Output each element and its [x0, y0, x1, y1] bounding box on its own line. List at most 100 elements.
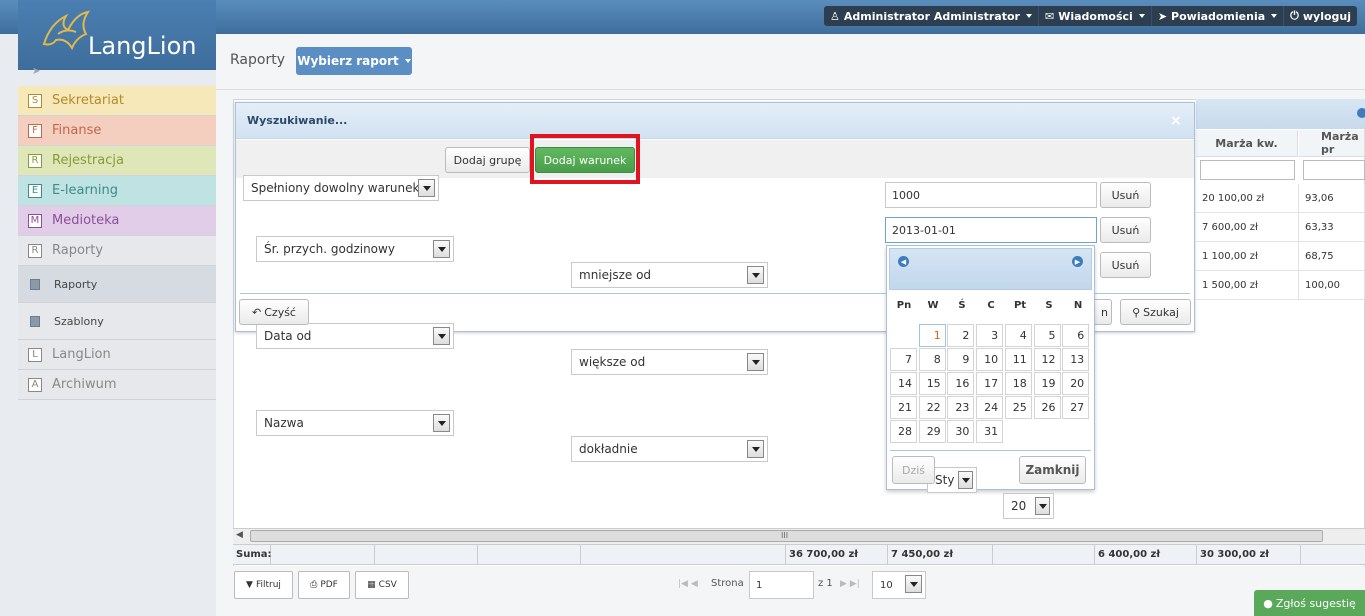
column-header[interactable]: Marża pr: [1299, 130, 1365, 157]
calendar-day[interactable]: 19: [1033, 372, 1061, 395]
logout-link[interactable]: ⏻ wyloguj: [1284, 6, 1357, 26]
table-cell: 1 500,00 zł: [1196, 271, 1299, 300]
calendar-day[interactable]: 11: [1004, 348, 1032, 371]
funnel-icon: ▼: [246, 580, 253, 590]
page-input[interactable]: 1: [749, 571, 814, 599]
remove-condition-button[interactable]: Usuń: [1100, 217, 1151, 243]
pin-icon[interactable]: ➤: [32, 66, 40, 77]
close-calendar-button[interactable]: Zamknij: [1019, 456, 1086, 484]
calendar-day[interactable]: 7: [890, 348, 917, 371]
sidebar-item-medioteka[interactable]: M Medioteka: [18, 206, 216, 236]
condition-field-select[interactable]: Śr. przych. godzinowy: [256, 236, 454, 262]
remove-condition-button[interactable]: Usuń: [1100, 252, 1151, 278]
chevron-down-icon: [1035, 497, 1050, 515]
chevron-down-icon: [747, 266, 764, 284]
calendar-day[interactable]: 12: [1033, 348, 1061, 371]
calendar-day[interactable]: 6: [1062, 324, 1090, 347]
calendar-day[interactable]: 5: [1033, 324, 1061, 347]
calendar-day[interactable]: 26: [1033, 396, 1061, 419]
calendar-day[interactable]: 1: [918, 324, 946, 347]
calendar-day[interactable]: 22: [918, 396, 946, 419]
prev-month-icon[interactable]: ◀: [898, 256, 909, 267]
calendar-day[interactable]: 30: [947, 420, 975, 443]
calendar-day[interactable]: 18: [1004, 372, 1032, 395]
calendar-day[interactable]: 15: [918, 372, 946, 395]
sidebar-item-sekretariat[interactable]: S Sekretariat: [18, 86, 216, 116]
page-title: Raporty: [230, 52, 285, 68]
chat-icon: ●: [1263, 596, 1273, 610]
calendar-day[interactable]: 23: [947, 396, 975, 419]
choose-report-button[interactable]: Wybierz raport: [296, 47, 412, 75]
calendar-day[interactable]: 17: [976, 372, 1004, 395]
power-icon: ⏻: [1290, 9, 1299, 22]
calendar-day[interactable]: 8: [918, 348, 946, 371]
calendar-day[interactable]: 4: [1004, 324, 1032, 347]
calendar-day[interactable]: 25: [1004, 396, 1032, 419]
calendar-day[interactable]: 29: [918, 420, 946, 443]
chevron-down-icon: [418, 179, 435, 197]
user-menu[interactable]: ♙ Administrator Administrator: [824, 6, 1039, 26]
first-page-icon[interactable]: |◀ ◀: [678, 579, 698, 589]
collapse-icon[interactable]: [1357, 108, 1365, 118]
grid-caption: [1196, 99, 1365, 129]
condition-field-select[interactable]: Nazwa: [256, 410, 454, 436]
sum-cell: 36 700,00 zł: [786, 544, 888, 565]
column-header[interactable]: Marża kw.: [1196, 130, 1298, 157]
notifications-menu[interactable]: ➤ Powiadomienia: [1151, 6, 1285, 26]
page-total: z 1: [818, 578, 833, 589]
sidebar-item-finanse[interactable]: F Finanse: [18, 116, 216, 146]
pdf-button[interactable]: ⎙ PDF: [298, 571, 350, 599]
calendar-day[interactable]: 21: [890, 396, 917, 419]
condition-field-select[interactable]: Data od: [256, 323, 454, 349]
chevron-down-icon: [747, 353, 764, 371]
sidebar-item-rejestracja[interactable]: R Rejestracja: [18, 146, 216, 176]
sidebar-item-elearning[interactable]: E E-learning: [18, 176, 216, 206]
feedback-button[interactable]: ● Zgłoś sugestię: [1254, 590, 1365, 616]
messages-menu[interactable]: ✉ Wiadomości: [1038, 6, 1152, 26]
calendar-day[interactable]: 28: [890, 420, 917, 443]
calendar-day[interactable]: 16: [947, 372, 975, 395]
sum-cell: 30 300,00 zł: [1197, 544, 1301, 565]
sidebar-item-langlion[interactable]: L LangLion: [18, 340, 216, 370]
match-mode-select[interactable]: Spełniony dowolny warunek: [243, 175, 439, 201]
csv-button[interactable]: ▦ CSV: [355, 571, 409, 599]
condition-toolbar: [236, 140, 1194, 178]
close-icon[interactable]: ×: [1170, 113, 1182, 129]
calendar-day[interactable]: 2: [947, 324, 975, 347]
calendar-day[interactable]: 14: [890, 372, 917, 395]
remove-condition-button[interactable]: Usuń: [1100, 182, 1151, 208]
sidebar-subitem-raporty[interactable]: Raporty: [18, 266, 216, 303]
sidebar-item-raporty[interactable]: R Raporty: [18, 236, 216, 266]
year-select[interactable]: 20: [1003, 493, 1054, 519]
sidebar-item-archiwum[interactable]: A Archiwum: [18, 370, 216, 400]
table-cell: 100,00: [1299, 271, 1365, 300]
calendar-day[interactable]: 10: [976, 348, 1004, 371]
calendar-day[interactable]: 20: [1062, 372, 1090, 395]
condition-operator-select[interactable]: mniejsze od: [571, 262, 768, 288]
condition-value-input[interactable]: 2013-01-01: [885, 217, 1097, 243]
calendar-day[interactable]: 3: [976, 324, 1004, 347]
column-filter-input[interactable]: [1303, 160, 1365, 180]
calendar-day[interactable]: 24: [976, 396, 1004, 419]
condition-operator-select[interactable]: większe od: [571, 349, 768, 375]
scrollbar-thumb[interactable]: III: [250, 530, 1323, 542]
sidebar-subitem-szablony[interactable]: Szablony: [18, 303, 216, 340]
today-button[interactable]: Dziś: [892, 456, 935, 484]
next-page-icon[interactable]: ▶ ▶|: [840, 579, 860, 589]
page-size-select[interactable]: 10: [872, 571, 926, 599]
next-month-icon[interactable]: ▶: [1072, 256, 1083, 267]
scroll-left-icon[interactable]: ◀: [236, 530, 243, 540]
highlight-box: [530, 134, 640, 184]
calendar-day[interactable]: 31: [976, 420, 1004, 443]
filter-button[interactable]: ▼ Filtruj: [234, 571, 293, 599]
column-filter-input[interactable]: [1200, 160, 1295, 180]
lion-icon: [42, 10, 91, 51]
search-button[interactable]: ⚲ Szukaj: [1120, 299, 1191, 325]
add-group-button[interactable]: Dodaj grupę: [445, 147, 530, 173]
clear-button[interactable]: ↶ Czyść: [239, 299, 309, 325]
calendar-day[interactable]: 13: [1062, 348, 1090, 371]
condition-operator-select[interactable]: dokładnie: [571, 436, 768, 462]
calendar-day[interactable]: 27: [1062, 396, 1090, 419]
condition-value-input[interactable]: 1000: [885, 182, 1097, 208]
calendar-day[interactable]: 9: [947, 348, 975, 371]
